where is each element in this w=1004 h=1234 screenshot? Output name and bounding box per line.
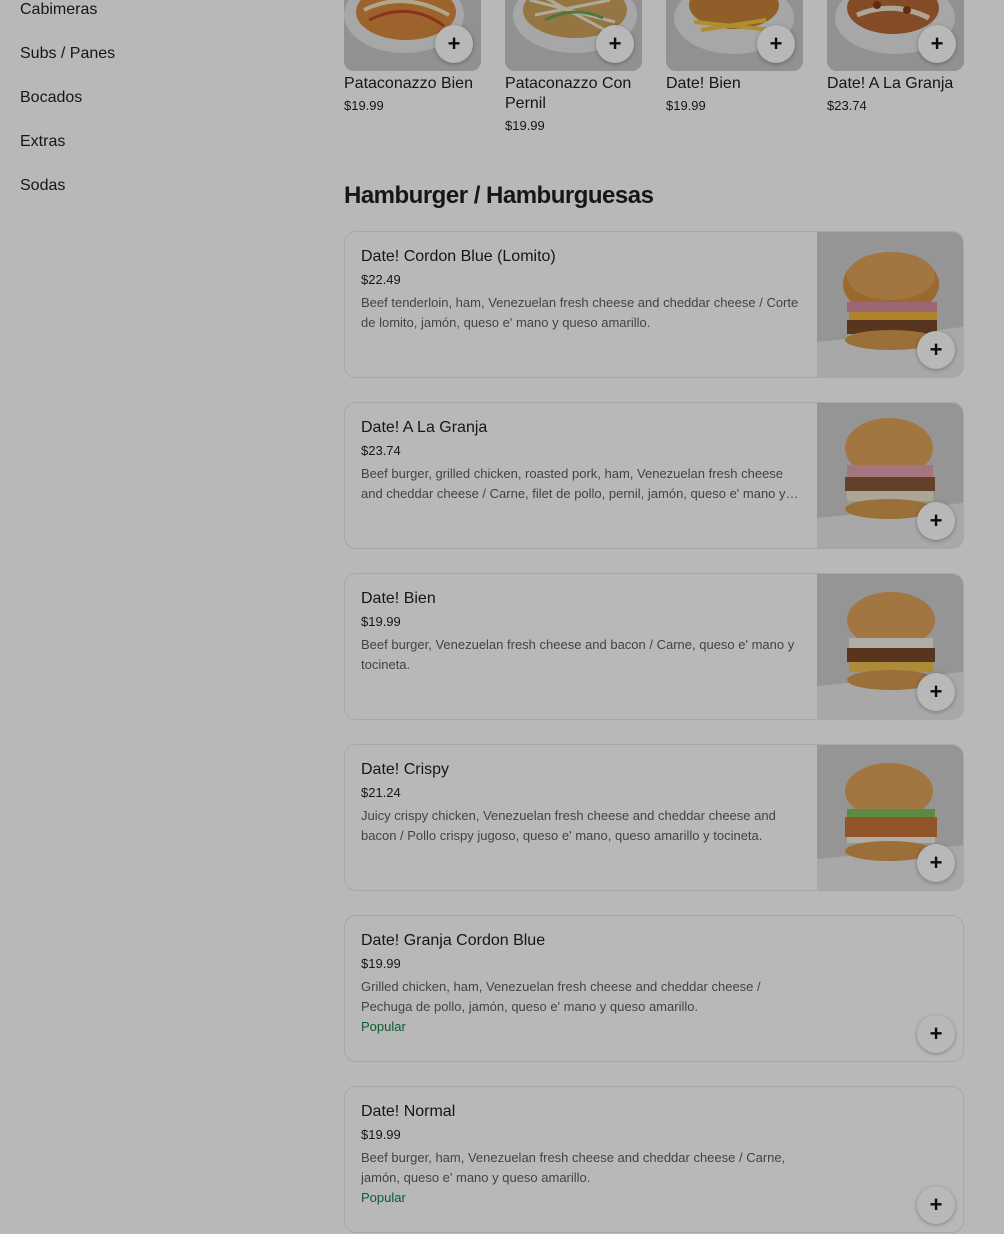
popular-badge: Popular — [361, 1190, 406, 1205]
menu-item-card[interactable]: Date! Granja Cordon Blue $19.99 Grilled … — [344, 915, 964, 1062]
menu-item-price: $22.49 — [361, 272, 401, 287]
add-item-button[interactable]: + — [917, 1186, 955, 1224]
carousel-card-title: Pataconazzo Bien $19.99 — [344, 74, 494, 116]
menu-item-price: $19.99 — [361, 956, 401, 971]
menu-item-details: Date! A La Granja $23.74 Beef burger, gr… — [361, 417, 801, 504]
menu-item-description: Beef burger, ham, Venezuelan fresh chees… — [361, 1150, 786, 1185]
plus-icon: + — [929, 1021, 943, 1046]
add-item-button[interactable]: + — [918, 25, 956, 63]
menu-item-name: Date! Crispy — [361, 761, 450, 778]
plus-icon: + — [929, 337, 943, 362]
menu-item-card[interactable]: Date! Crispy $21.24 Juicy crispy chicken… — [344, 744, 964, 891]
menu-item-card[interactable]: Date! Bien $19.99 Beef burger, Venezuela… — [344, 573, 964, 720]
carousel-card-title: Pataconazzo Con Pernil $19.99 — [505, 74, 655, 136]
plus-icon: + — [608, 31, 622, 56]
popular-badge: Popular — [361, 1019, 406, 1034]
add-item-button[interactable]: + — [917, 1015, 955, 1053]
carousel-card-title: Date! A La Granja $23.74 — [827, 74, 977, 116]
menu-item-name: Date! Cordon Blue (Lomito) — [361, 248, 556, 265]
sidebar-item-subs-panes[interactable]: Subs / Panes — [20, 32, 280, 76]
menu-item-price: $19.99 — [361, 614, 401, 629]
carousel-card-price: $23.74 — [827, 98, 867, 113]
add-item-button[interactable]: + — [917, 673, 955, 711]
add-item-button[interactable]: + — [757, 25, 795, 63]
section-title: Hamburger / Hamburguesas — [344, 182, 654, 209]
menu-item-description: Beef tenderloin, ham, Venezuelan fresh c… — [361, 295, 799, 330]
plus-icon: + — [929, 1192, 943, 1217]
carousel-card-price: $19.99 — [505, 118, 545, 133]
menu-item-card[interactable]: Date! Normal $19.99 Beef burger, ham, Ve… — [344, 1086, 964, 1233]
menu-item-details: Date! Crispy $21.24 Juicy crispy chicken… — [361, 759, 801, 846]
carousel-card-title: Date! Bien $19.99 — [666, 74, 816, 116]
menu-item-description: Grilled chicken, ham, Venezuelan fresh c… — [361, 979, 761, 1014]
add-item-button[interactable]: + — [596, 25, 634, 63]
plus-icon: + — [929, 679, 943, 704]
menu-item-card[interactable]: Date! A La Granja $23.74 Beef burger, gr… — [344, 402, 964, 549]
menu-item-details: Date! Normal $19.99 Beef burger, ham, Ve… — [361, 1101, 801, 1205]
carousel-card-price: $19.99 — [666, 98, 706, 113]
plus-icon: + — [929, 508, 943, 533]
plus-icon: + — [447, 31, 461, 56]
menu-item-description: Beef burger, Venezuelan fresh cheese and… — [361, 637, 795, 672]
carousel-card-price: $19.99 — [344, 98, 384, 113]
sidebar-item-cabimeras[interactable]: Cabimeras — [20, 0, 280, 32]
menu-item-card[interactable]: Date! Cordon Blue (Lomito) $22.49 Beef t… — [344, 231, 964, 378]
sidebar-item-bocados[interactable]: Bocados — [20, 76, 280, 120]
menu-item-name: Date! A La Granja — [361, 419, 488, 436]
store-menu-page: Cabimeras Subs / Panes Bocados Extras So… — [0, 0, 1004, 1234]
menu-item-details: Date! Granja Cordon Blue $19.99 Grilled … — [361, 930, 801, 1034]
add-item-button[interactable]: + — [435, 25, 473, 63]
sidebar-item-extras[interactable]: Extras — [20, 120, 280, 164]
menu-item-name: Date! Normal — [361, 1103, 456, 1120]
plus-icon: + — [769, 31, 783, 56]
menu-item-name: Date! Granja Cordon Blue — [361, 932, 546, 949]
menu-item-price: $19.99 — [361, 1127, 401, 1142]
menu-item-price: $23.74 — [361, 443, 401, 458]
menu-item-price: $21.24 — [361, 785, 401, 800]
plus-icon: + — [930, 31, 944, 56]
menu-item-name: Date! Bien — [361, 590, 436, 607]
add-item-button[interactable]: + — [917, 502, 955, 540]
menu-item-description: Beef burger, grilled chicken, roasted po… — [361, 466, 786, 501]
menu-item-details: Date! Bien $19.99 Beef burger, Venezuela… — [361, 588, 801, 675]
sidebar-item-sodas[interactable]: Sodas — [20, 164, 280, 208]
menu-item-description: Juicy crispy chicken, Venezuelan fresh c… — [361, 808, 776, 843]
featured-items-carousel: + Pataconazzo Bien $19.99 + Pataconazzo … — [344, 0, 984, 150]
add-item-button[interactable]: + — [917, 331, 955, 369]
menu-category-sidebar: Cabimeras Subs / Panes Bocados Extras So… — [20, 0, 280, 208]
add-item-button[interactable]: + — [917, 844, 955, 882]
plus-icon: + — [929, 850, 943, 875]
menu-item-details: Date! Cordon Blue (Lomito) $22.49 Beef t… — [361, 246, 801, 333]
